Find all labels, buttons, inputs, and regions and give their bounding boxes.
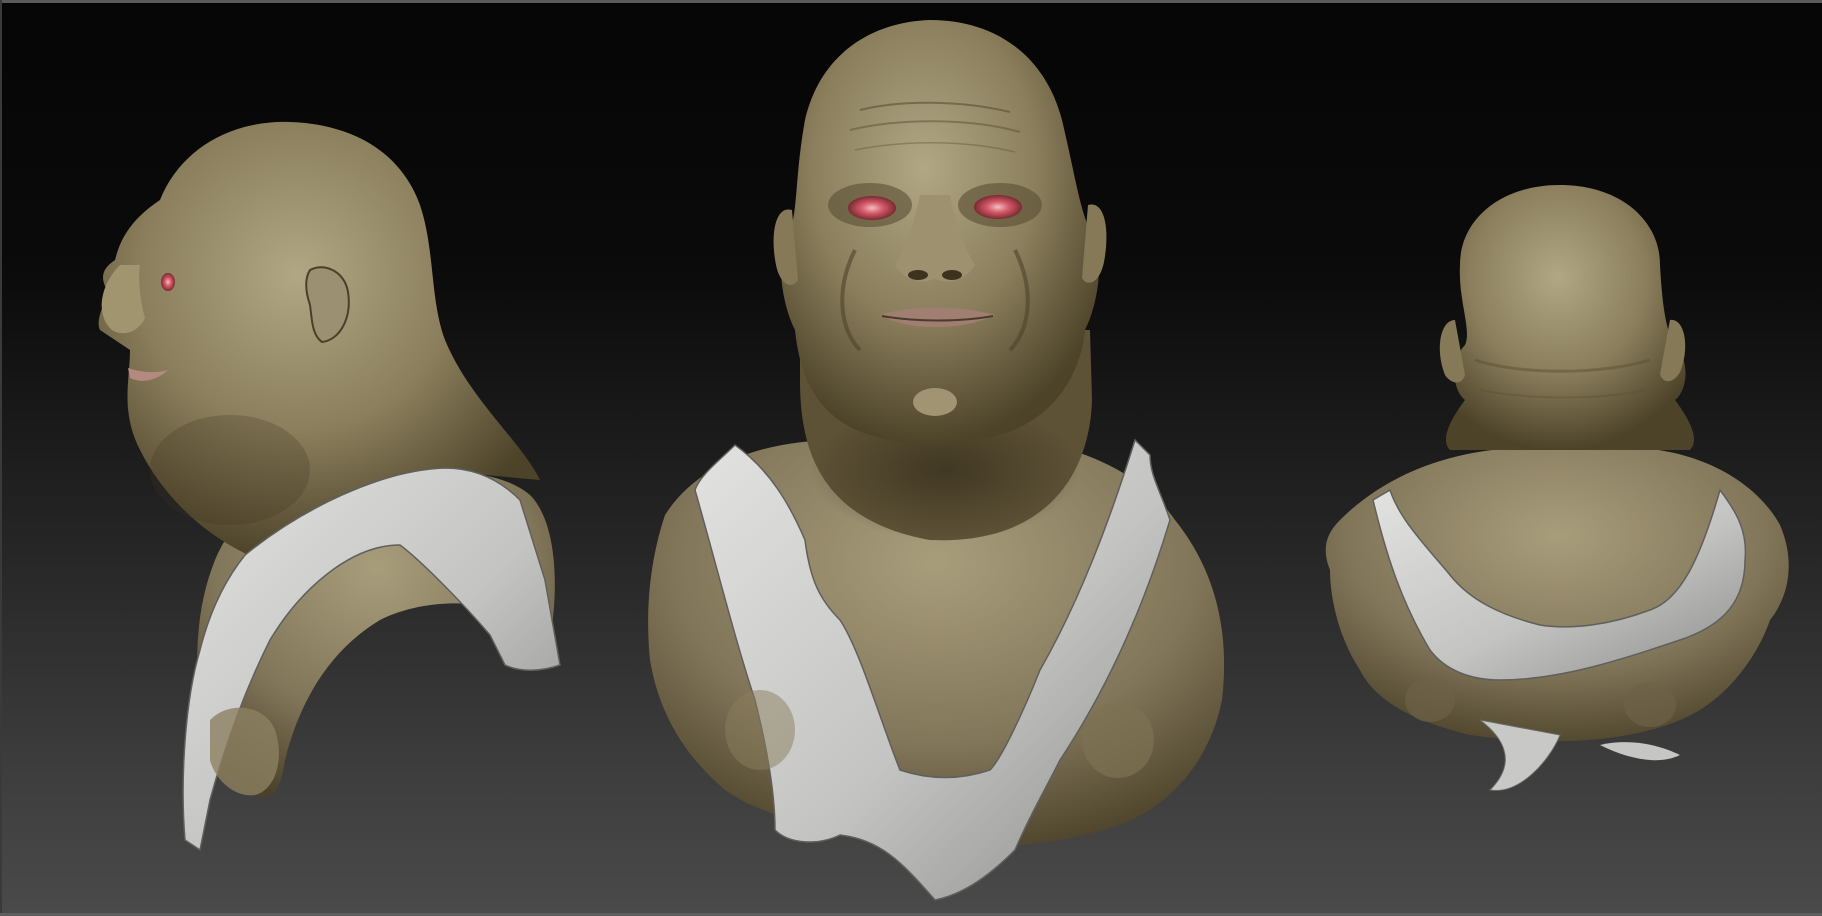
sculpt-viewport[interactable]: [0, 0, 1822, 916]
side-view-eye: [161, 273, 175, 291]
front-view-bust: [648, 20, 1225, 901]
back-view-head: [1445, 185, 1695, 450]
front-view-right-eye: [974, 195, 1022, 219]
back-view-bust: [1325, 185, 1789, 791]
front-view-right-ear: [1082, 204, 1107, 283]
front-view-left-eye: [848, 196, 896, 220]
render-canvas: [98, 20, 1789, 901]
side-view-bust: [98, 121, 561, 852]
